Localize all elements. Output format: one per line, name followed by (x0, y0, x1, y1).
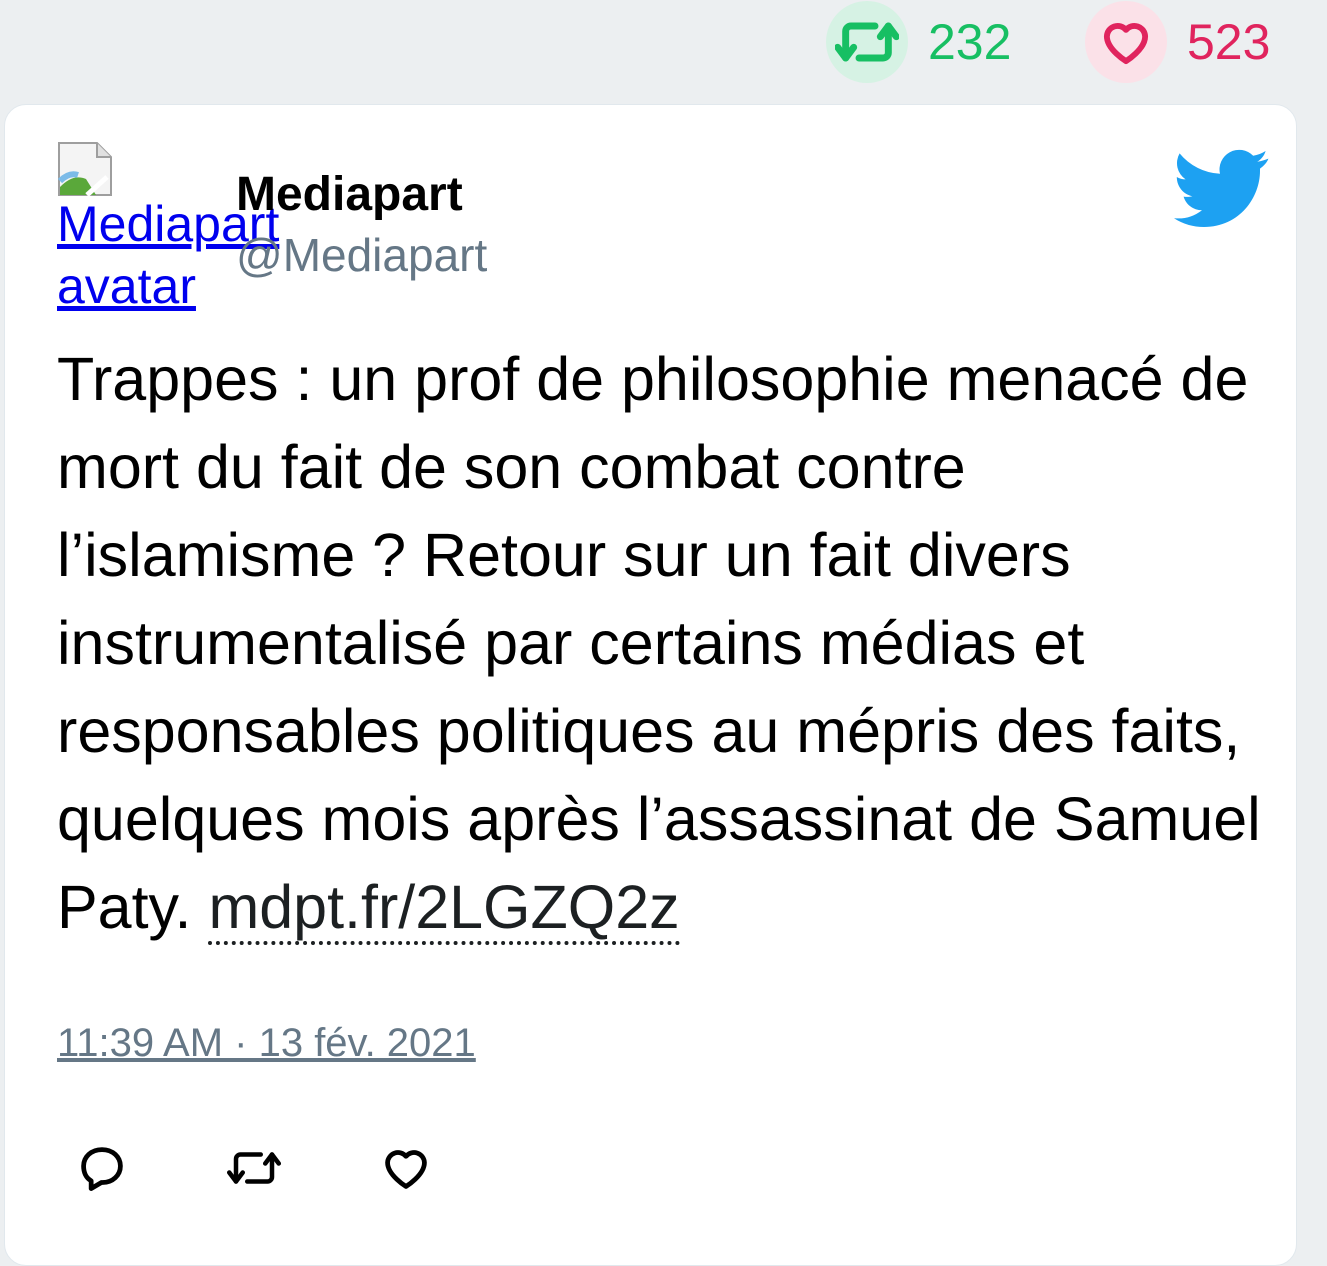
tweet-actions (75, 1141, 531, 1195)
broken-image-icon (57, 142, 112, 197)
tweet-text: Trappes : un prof de philosophie menacé … (57, 335, 1277, 951)
like-stat-icon[interactable] (1085, 1, 1167, 83)
retweet-count: 232 (928, 14, 1012, 70)
tweet-body: Trappes : un prof de philosophie menacé … (57, 345, 1261, 941)
like-stat[interactable]: 523 (1085, 0, 1270, 84)
user-handle[interactable]: @Mediapart (236, 227, 487, 283)
tweet-card: Mediapart avatar Mediapart @Mediapart Tr… (4, 104, 1297, 1266)
tweet-timestamp[interactable]: 11:39 AM · 13 fév. 2021 (57, 1021, 476, 1066)
display-name[interactable]: Mediapart (236, 167, 463, 223)
twitter-bird-icon[interactable] (1173, 149, 1271, 229)
engagement-bar: 232 523 (0, 0, 1327, 100)
retweet-icon[interactable] (227, 1141, 281, 1195)
reply-icon[interactable] (75, 1141, 129, 1195)
tweet-link[interactable]: mdpt.fr/2LGZQ2z (208, 873, 680, 945)
like-icon[interactable] (379, 1141, 433, 1195)
retweet-stat-icon[interactable] (826, 1, 908, 83)
retweet-stat[interactable]: 232 (826, 0, 1011, 84)
like-count: 523 (1187, 14, 1271, 70)
